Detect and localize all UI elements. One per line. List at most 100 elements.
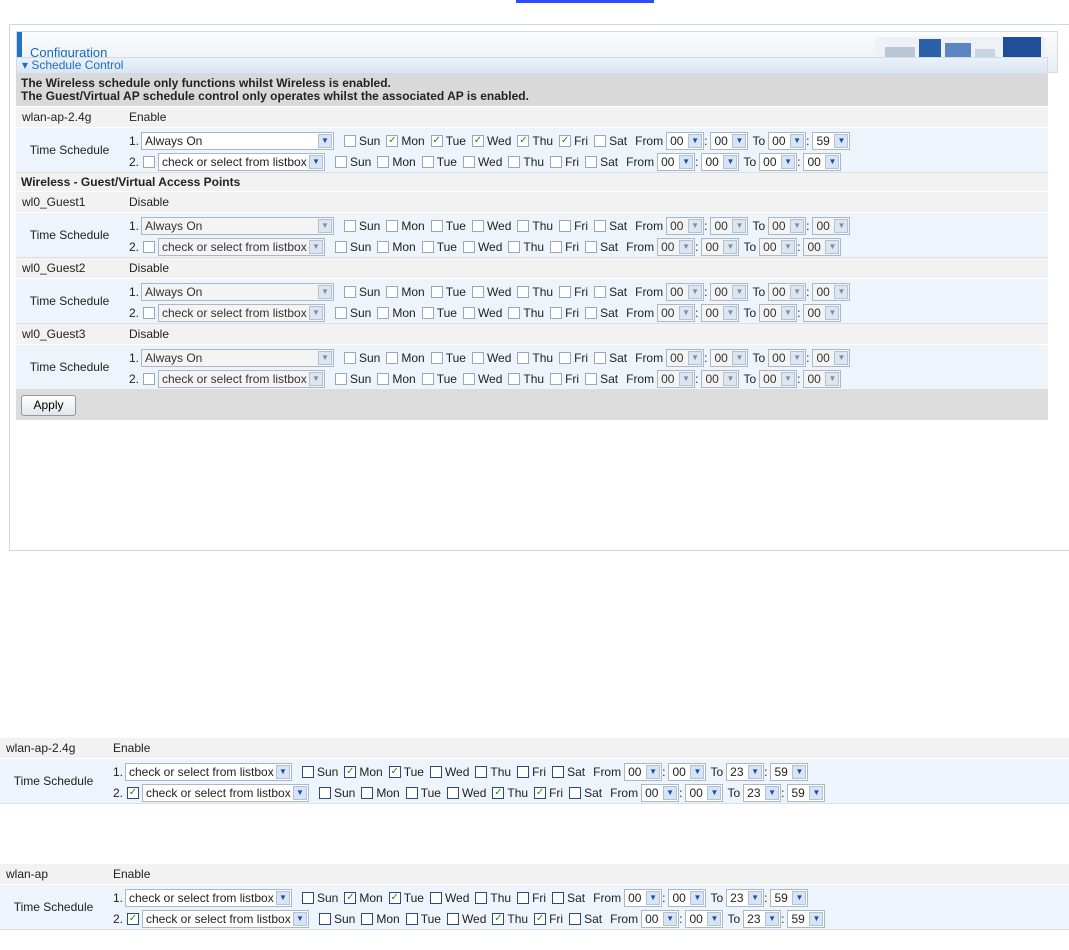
- schedule-select[interactable]: check or select from listbox ▼: [158, 152, 325, 171]
- day-checkbox-sat[interactable]: [552, 891, 565, 904]
- day-checkbox-tue[interactable]: [421, 372, 434, 385]
- day-checkbox-sat[interactable]: [585, 240, 598, 253]
- day-checkbox-wed[interactable]: [462, 306, 475, 319]
- day-checkbox-tue[interactable]: [405, 786, 418, 799]
- day-checkbox-thu[interactable]: [508, 240, 521, 253]
- day-checkbox-thu[interactable]: [508, 372, 521, 385]
- day-checkbox-mon[interactable]: [361, 912, 374, 925]
- day-checkbox-mon[interactable]: [377, 155, 390, 168]
- schedule-select[interactable]: 23 ▼: [726, 888, 765, 907]
- line-enable-checkbox[interactable]: ✓: [127, 912, 139, 925]
- schedule-select[interactable]: 00 ▼: [666, 131, 705, 150]
- schedule-select[interactable]: 00 ▼: [701, 237, 740, 256]
- schedule-select[interactable]: 00 ▼: [668, 762, 707, 781]
- day-checkbox-thu[interactable]: [517, 285, 530, 298]
- day-checkbox-tue[interactable]: [421, 240, 434, 253]
- day-checkbox-sat[interactable]: [585, 372, 598, 385]
- schedule-select[interactable]: 23 ▼: [743, 783, 782, 802]
- schedule-select[interactable]: check or select from listbox ▼: [125, 762, 292, 781]
- schedule-select[interactable]: check or select from listbox ▼: [142, 783, 309, 802]
- day-checkbox-tue[interactable]: [405, 912, 418, 925]
- schedule-select[interactable]: Always On ▼: [141, 282, 334, 301]
- day-checkbox-wed[interactable]: [471, 285, 484, 298]
- day-checkbox-sun[interactable]: [344, 285, 356, 298]
- schedule-select[interactable]: 23 ▼: [743, 909, 782, 928]
- day-checkbox-wed[interactable]: [462, 155, 475, 168]
- day-checkbox-thu[interactable]: [517, 351, 530, 364]
- day-checkbox-sun[interactable]: [302, 765, 314, 778]
- day-checkbox-fri[interactable]: ✓: [534, 912, 547, 925]
- day-checkbox-wed[interactable]: [471, 219, 484, 232]
- schedule-select[interactable]: 00 ▼: [657, 152, 696, 171]
- schedule-select[interactable]: 00 ▼: [768, 131, 807, 150]
- day-checkbox-sat[interactable]: [569, 912, 582, 925]
- schedule-select[interactable]: check or select from listbox ▼: [158, 369, 325, 388]
- day-checkbox-fri[interactable]: [559, 351, 572, 364]
- schedule-select[interactable]: 00 ▼: [641, 909, 680, 928]
- day-checkbox-thu[interactable]: [517, 219, 530, 232]
- day-checkbox-fri[interactable]: [550, 372, 563, 385]
- day-checkbox-tue[interactable]: [430, 351, 443, 364]
- schedule-select[interactable]: 00 ▼: [685, 783, 724, 802]
- line-enable-checkbox[interactable]: [143, 372, 155, 385]
- day-checkbox-sat[interactable]: [585, 155, 598, 168]
- schedule-select[interactable]: 00 ▼: [685, 909, 724, 928]
- day-checkbox-fri[interactable]: [550, 306, 563, 319]
- line-enable-checkbox[interactable]: [143, 306, 155, 319]
- day-checkbox-fri[interactable]: ✓: [534, 786, 547, 799]
- day-checkbox-tue[interactable]: [430, 285, 443, 298]
- schedule-select[interactable]: 59 ▼: [770, 762, 809, 781]
- day-checkbox-wed[interactable]: [462, 372, 475, 385]
- day-checkbox-sun[interactable]: [335, 240, 347, 253]
- schedule-select[interactable]: 00 ▼: [812, 348, 851, 367]
- day-checkbox-sat[interactable]: [594, 351, 607, 364]
- day-checkbox-fri[interactable]: [559, 285, 572, 298]
- day-checkbox-sat[interactable]: [552, 765, 565, 778]
- schedule-select[interactable]: Always On ▼: [141, 216, 334, 235]
- schedule-control-title[interactable]: ▾ Schedule Control: [16, 57, 1048, 74]
- apply-button[interactable]: Apply: [21, 394, 76, 416]
- schedule-select[interactable]: Always On ▼: [141, 131, 334, 150]
- day-checkbox-wed[interactable]: [429, 891, 442, 904]
- day-checkbox-sun[interactable]: [344, 351, 356, 364]
- schedule-select[interactable]: 59 ▼: [770, 888, 809, 907]
- day-checkbox-thu[interactable]: [475, 765, 488, 778]
- day-checkbox-wed[interactable]: [462, 240, 475, 253]
- day-checkbox-fri[interactable]: [550, 240, 563, 253]
- schedule-select[interactable]: 00 ▼: [768, 216, 807, 235]
- day-checkbox-tue[interactable]: [421, 306, 434, 319]
- day-checkbox-tue[interactable]: ✓: [388, 891, 401, 904]
- schedule-select[interactable]: 00 ▼: [812, 282, 851, 301]
- day-checkbox-mon[interactable]: [386, 285, 399, 298]
- day-checkbox-sun[interactable]: [344, 219, 356, 232]
- day-checkbox-mon[interactable]: [377, 306, 390, 319]
- day-checkbox-thu[interactable]: [508, 155, 521, 168]
- day-checkbox-sat[interactable]: [585, 306, 598, 319]
- day-checkbox-wed[interactable]: [446, 786, 459, 799]
- day-checkbox-tue[interactable]: ✓: [430, 134, 443, 147]
- schedule-select[interactable]: 00 ▼: [624, 888, 663, 907]
- schedule-select[interactable]: check or select from listbox ▼: [142, 909, 309, 928]
- day-checkbox-wed[interactable]: ✓: [471, 134, 484, 147]
- day-checkbox-sun[interactable]: [335, 155, 347, 168]
- day-checkbox-mon[interactable]: [386, 219, 399, 232]
- schedule-select[interactable]: check or select from listbox ▼: [158, 237, 325, 256]
- schedule-select[interactable]: check or select from listbox ▼: [158, 303, 325, 322]
- schedule-select[interactable]: 59 ▼: [812, 131, 851, 150]
- day-checkbox-sun[interactable]: [319, 786, 331, 799]
- day-checkbox-thu[interactable]: ✓: [517, 134, 530, 147]
- day-checkbox-wed[interactable]: [429, 765, 442, 778]
- schedule-select[interactable]: 00 ▼: [657, 303, 696, 322]
- schedule-select[interactable]: 00 ▼: [701, 303, 740, 322]
- line-enable-checkbox[interactable]: [143, 240, 155, 253]
- day-checkbox-mon[interactable]: [386, 351, 399, 364]
- day-checkbox-mon[interactable]: ✓: [344, 765, 357, 778]
- schedule-select[interactable]: 00 ▼: [657, 369, 696, 388]
- day-checkbox-tue[interactable]: [430, 219, 443, 232]
- schedule-select[interactable]: 00 ▼: [803, 303, 842, 322]
- day-checkbox-sat[interactable]: [594, 134, 607, 147]
- schedule-select[interactable]: 00 ▼: [666, 216, 705, 235]
- schedule-select[interactable]: 00 ▼: [803, 369, 842, 388]
- day-checkbox-mon[interactable]: [377, 240, 390, 253]
- schedule-select[interactable]: 00 ▼: [759, 369, 798, 388]
